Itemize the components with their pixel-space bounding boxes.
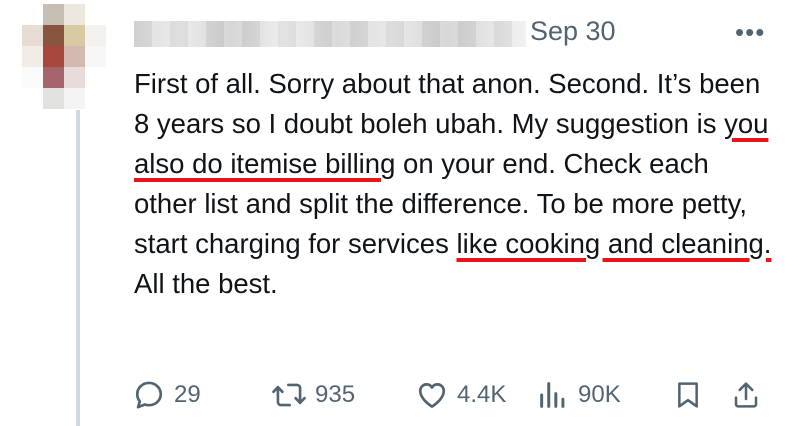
retweet-count: 935 [315, 381, 356, 408]
bookmark-button[interactable] [672, 378, 704, 412]
reply-count: 29 [174, 381, 201, 408]
thread-line [76, 110, 80, 426]
tweet-text-part: First of all. Sorry about that anon. Sec… [134, 68, 761, 139]
share-button[interactable] [730, 378, 762, 412]
views-icon [536, 378, 570, 412]
like-count: 4.4K [457, 381, 507, 408]
author-name-redacted[interactable] [134, 21, 526, 47]
more-options-icon[interactable]: ••• [735, 19, 765, 45]
reply-button[interactable]: 29 [132, 378, 201, 412]
like-button[interactable]: 4.4K [415, 378, 506, 412]
tweet-text-part: All the best. [134, 268, 278, 299]
highlighted-phrase: like cooking and cleaning. [456, 228, 772, 259]
avatar[interactable] [22, 4, 106, 110]
retweet-button[interactable]: 935 [271, 378, 355, 412]
tweet-text: First of all. Sorry about that anon. Sec… [134, 64, 774, 304]
retweet-icon [271, 378, 307, 412]
views-button[interactable]: 90K [536, 378, 621, 412]
share-icon [730, 378, 762, 412]
tweet-date[interactable]: Sep 30 [530, 16, 616, 47]
bookmark-icon [672, 378, 704, 412]
reply-icon [132, 378, 166, 412]
heart-icon [415, 378, 449, 412]
action-bar: 29 935 4.4K 90K [132, 378, 772, 412]
views-count: 90K [578, 381, 621, 408]
